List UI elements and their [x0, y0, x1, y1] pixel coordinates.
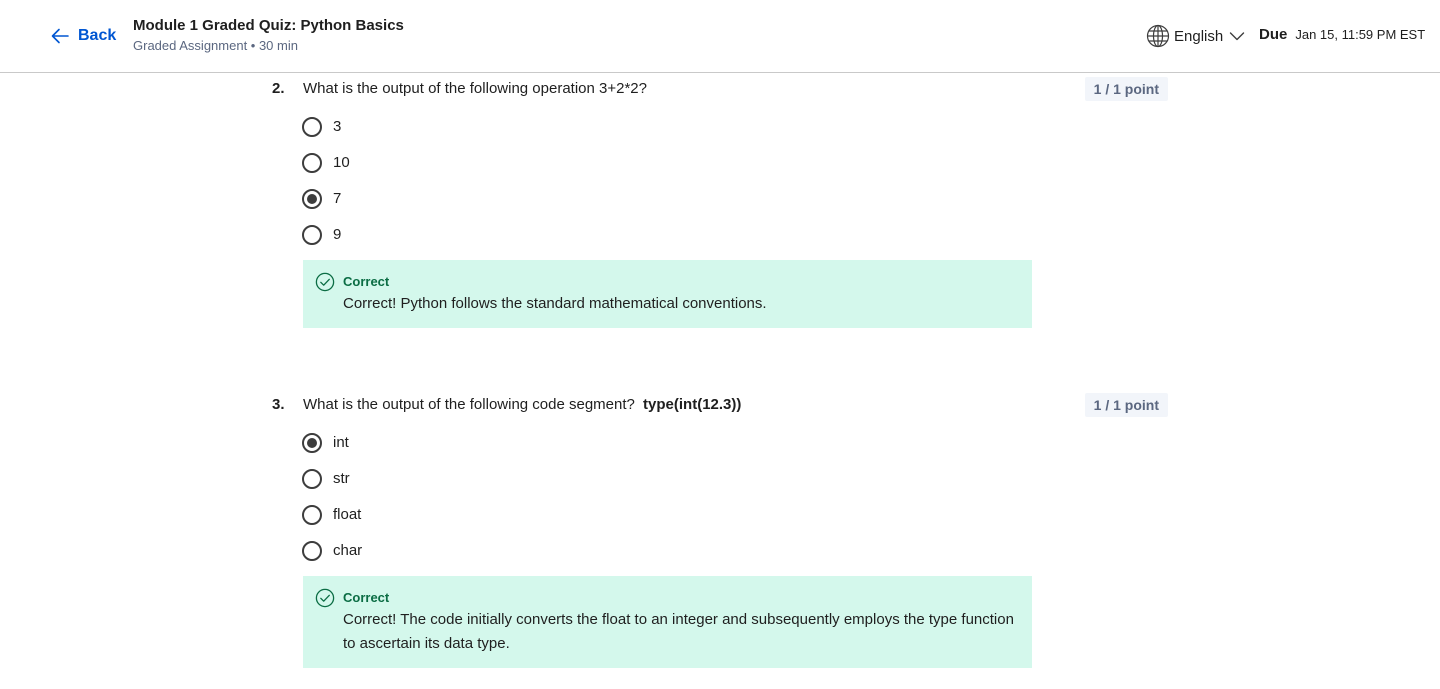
points-badge: 1 / 1 point [1084, 393, 1168, 417]
feedback-title: Correct [343, 274, 390, 289]
arrow-left-icon [51, 28, 69, 44]
answer-option[interactable]: char [302, 533, 362, 569]
quiz-header: Back Module 1 Graded Quiz: Python Basics… [0, 0, 1440, 73]
due-label: Due [1259, 26, 1288, 43]
radio-button-selected[interactable] [302, 433, 322, 453]
answer-option[interactable]: 9 [302, 217, 350, 253]
option-label: 3 [333, 118, 342, 135]
option-label: 9 [333, 226, 342, 243]
feedback-text: Correct! The code initially converts the… [343, 611, 1014, 652]
option-label: 7 [333, 190, 342, 207]
question-text: What is the output of the following code… [303, 395, 741, 415]
check-circle-icon [315, 272, 335, 292]
due-date-value: Jan 15, 11:59 PM EST [1295, 27, 1426, 42]
question-prompt: What is the output of the following code… [303, 396, 635, 413]
page-title: Module 1 Graded Quiz: Python Basics [133, 17, 404, 34]
question-prompt: What is the output of the following oper… [303, 80, 647, 97]
assignment-title-block: Module 1 Graded Quiz: Python Basics Grad… [133, 16, 404, 56]
back-label: Back [78, 27, 117, 44]
radio-button[interactable] [302, 541, 322, 561]
option-label: int [333, 434, 349, 451]
answer-option[interactable]: 3 [302, 109, 350, 145]
language-label: English [1174, 27, 1224, 45]
check-circle-icon [315, 588, 335, 608]
due-date: Due Jan 15, 11:59 PM EST [1259, 26, 1425, 43]
back-button[interactable]: Back [50, 24, 116, 48]
answer-option[interactable]: 7 [302, 181, 350, 217]
feedback-title: Correct [343, 590, 390, 605]
language-selector[interactable]: English [1146, 24, 1245, 48]
feedback-text: Correct! Python follows the standard mat… [343, 295, 767, 312]
option-label: char [333, 542, 363, 559]
points-badge: 1 / 1 point [1084, 77, 1168, 101]
chevron-down-icon [1227, 28, 1245, 44]
radio-button[interactable] [302, 225, 322, 245]
assignment-subtitle: Graded Assignment • 30 min [133, 38, 298, 53]
option-label: float [333, 506, 362, 523]
feedback-correct: Correct Correct! The code initially conv… [303, 576, 1032, 668]
answer-option[interactable]: float [302, 497, 362, 533]
question-text: What is the output of the following oper… [303, 79, 647, 99]
radio-button-selected[interactable] [302, 189, 322, 209]
feedback-correct: Correct Correct! Python follows the stan… [303, 260, 1032, 328]
option-label: 10 [333, 154, 350, 171]
answer-options: int str float char [302, 425, 362, 569]
radio-button[interactable] [302, 505, 322, 525]
answer-option[interactable]: 10 [302, 145, 350, 181]
radio-button[interactable] [302, 153, 322, 173]
option-label: str [333, 470, 350, 487]
question-number: 2. [272, 80, 285, 97]
radio-button[interactable] [302, 469, 322, 489]
radio-button[interactable] [302, 117, 322, 137]
globe-icon [1146, 24, 1170, 48]
answer-options: 3 10 7 9 [302, 109, 350, 253]
answer-option[interactable]: str [302, 461, 362, 497]
answer-option[interactable]: int [302, 425, 362, 461]
question-number: 3. [272, 396, 285, 413]
question-code: type(int(12.3)) [643, 396, 742, 413]
